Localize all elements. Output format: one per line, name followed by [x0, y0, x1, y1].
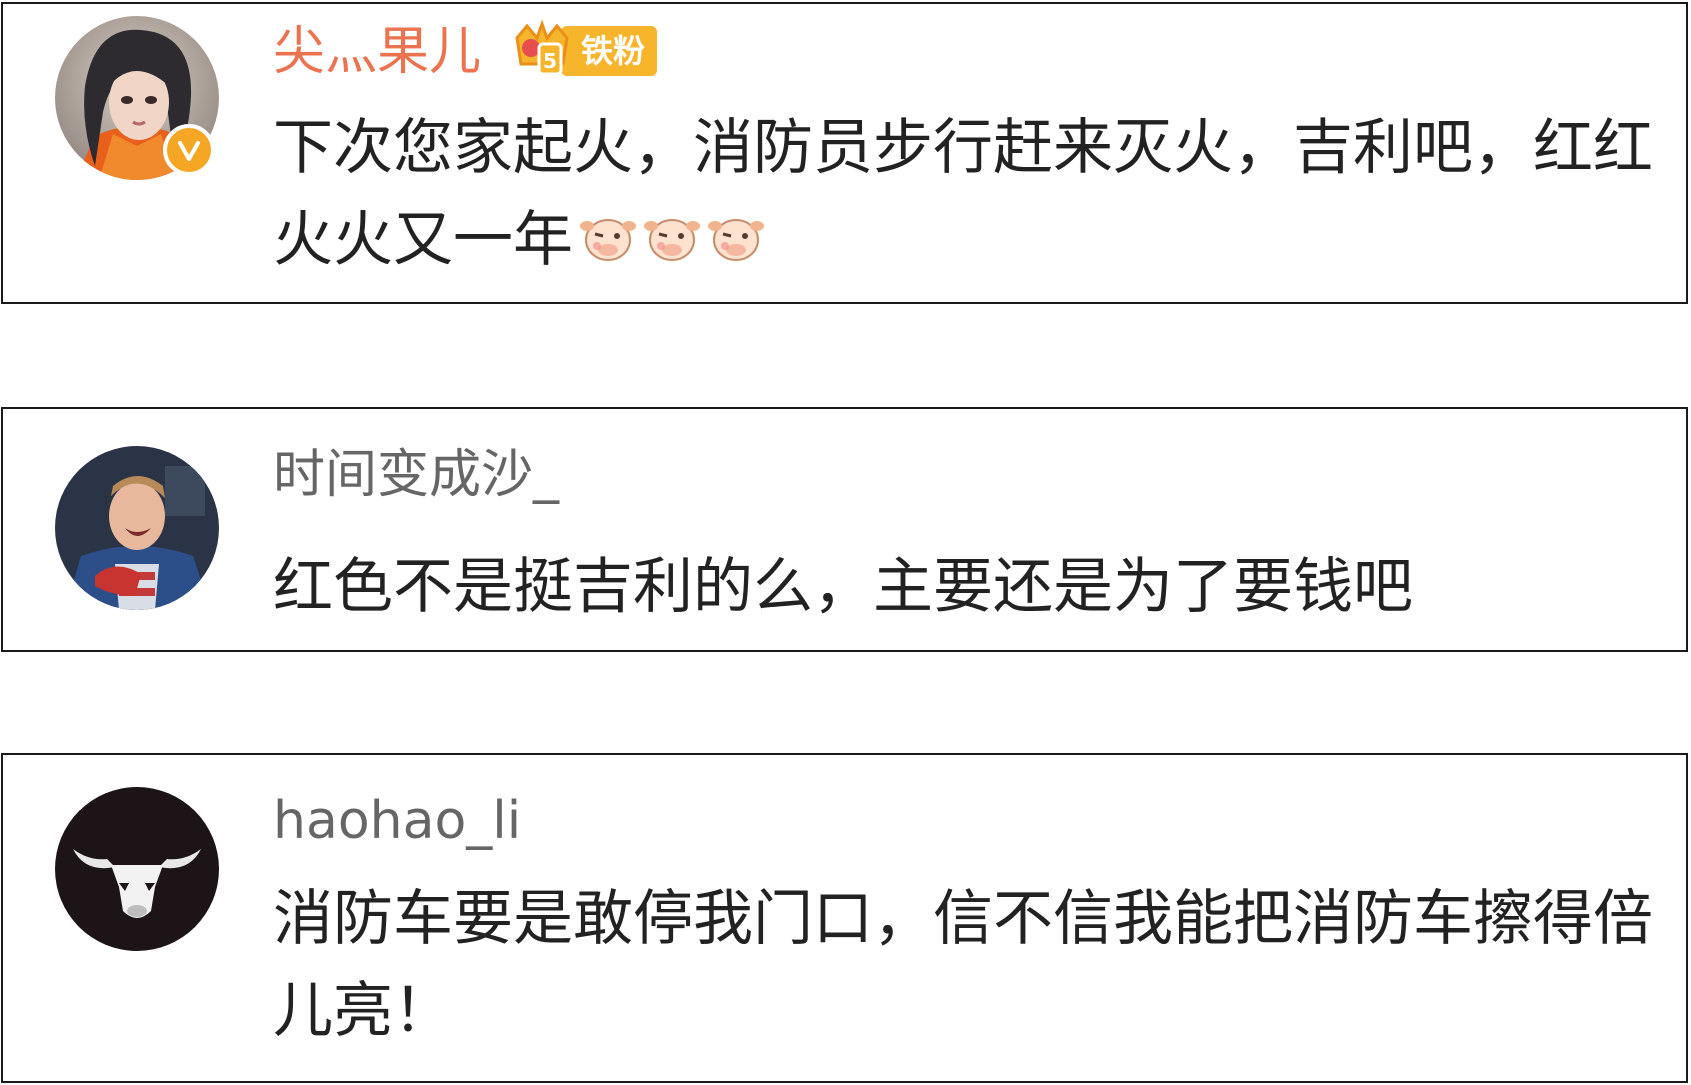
comment-card: 时间变成沙_ 红色不是挺吉利的么，主要还是为了要钱吧	[1, 407, 1688, 652]
captain-hero-avatar-image	[55, 446, 219, 610]
cow-wink-emoji-icon	[644, 219, 700, 261]
username[interactable]: 尖灬果儿	[273, 22, 481, 82]
user-avatar[interactable]	[55, 446, 219, 610]
comment-text: 红色不是挺吉利的么，主要还是为了要钱吧	[273, 552, 1413, 622]
comment-body: 消防车要是敢停我门口，信不信我能把消防车擦得倍儿亮！	[273, 873, 1663, 1057]
user-avatar[interactable]	[55, 787, 219, 951]
cow-wink-emoji-icon	[708, 219, 764, 261]
fan-badge-label: 铁粉	[561, 26, 658, 76]
crown-icon: 5	[515, 19, 569, 76]
svg-text:5: 5	[543, 49, 557, 73]
comment-card: 尖灬果儿 5 铁粉 下次您家起火，消防员步行赶来灭火，吉利吧，红红火火又一年	[1, 2, 1688, 304]
cow-wink-emoji-icon	[580, 219, 636, 261]
vip-v-icon	[163, 124, 215, 176]
emoji-group	[577, 206, 769, 268]
fan-badge: 5 铁粉	[509, 18, 658, 84]
comment-text: 下次您家起火，消防员步行赶来灭火，吉利吧，红红火火又一年	[273, 113, 1653, 275]
username[interactable]: haohao_li	[273, 791, 521, 851]
comment-text: 消防车要是敢停我门口，信不信我能把消防车擦得倍儿亮！	[273, 884, 1653, 1046]
comment-body: 红色不是挺吉利的么，主要还是为了要钱吧	[273, 541, 1663, 633]
comment-body: 下次您家起火，消防员步行赶来灭火，吉利吧，红红火火又一年	[273, 102, 1663, 286]
bull-logo-avatar-image	[55, 787, 219, 951]
comment-card: haohao_li 消防车要是敢停我门口，信不信我能把消防车擦得倍儿亮！	[1, 753, 1688, 1083]
username[interactable]: 时间变成沙_	[273, 445, 559, 505]
